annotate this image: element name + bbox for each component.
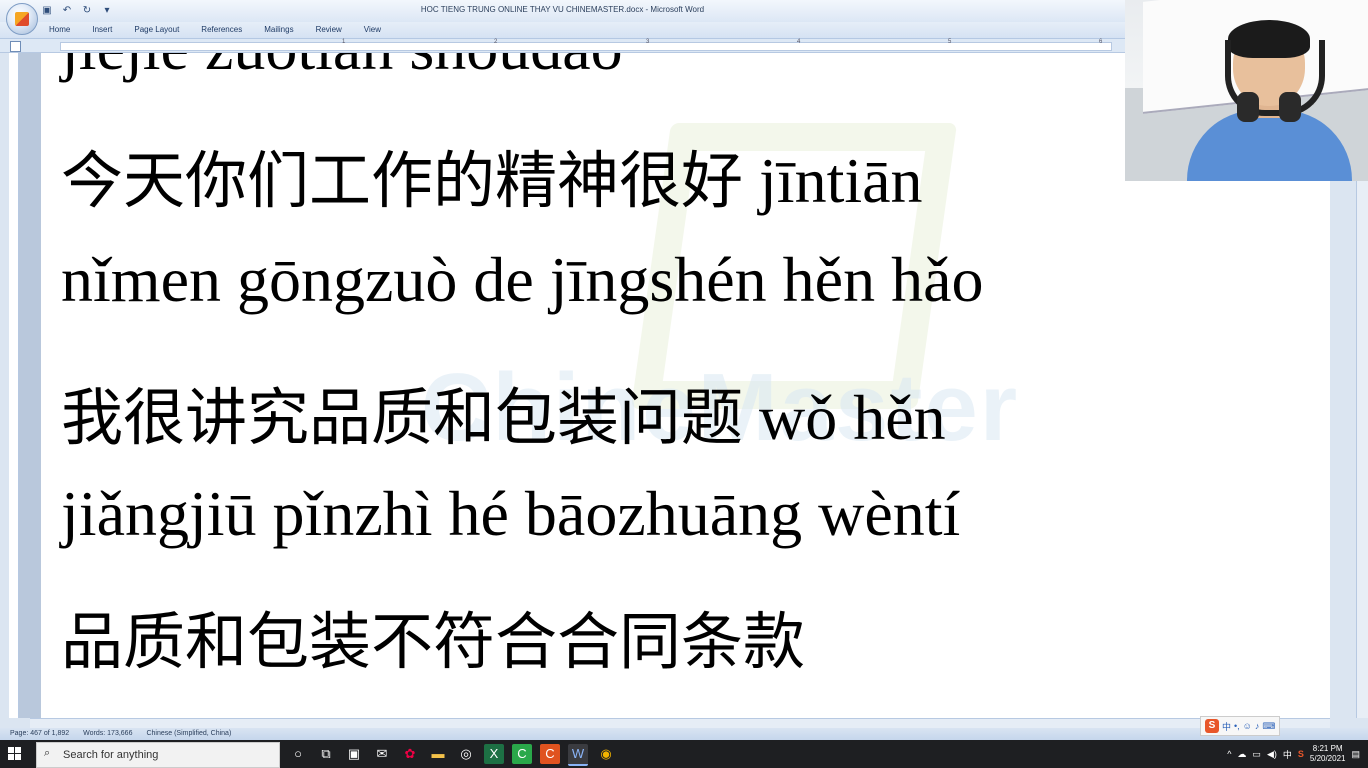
tab-home[interactable]: Home <box>38 25 81 34</box>
language-indicator[interactable]: Chinese (Simplified, China) <box>146 730 231 737</box>
pinyin-text: wǒ hěn <box>743 382 946 453</box>
ime-keyboard-icon[interactable]: ⌨ <box>1262 721 1275 732</box>
word-icon[interactable]: W <box>568 744 588 766</box>
system-tray: ^ ☁ ▭ ◀) 中 S 8:21 PM 5/20/2021 ▤ <box>1227 744 1360 764</box>
notifications-icon[interactable]: ▤ <box>1351 749 1360 760</box>
task-view-icon[interactable]: ⧉ <box>316 744 336 764</box>
ruler-number: 3 <box>646 39 650 45</box>
webcam-overlay <box>1125 0 1368 181</box>
ime-emoji-icon[interactable]: ☺ <box>1243 721 1252 731</box>
document-line-partial: jiějie zuótiān shōudào <box>61 53 623 85</box>
vertical-ruler[interactable] <box>9 53 19 718</box>
pinyin-text: jīntiān <box>743 145 923 216</box>
clock-time: 8:21 PM <box>1312 744 1343 753</box>
search-icon: ⌕ <box>44 747 51 759</box>
vertical-scrollbar[interactable] <box>1356 180 1368 718</box>
ime-punctuation-icon[interactable]: •, <box>1234 721 1240 731</box>
ime-language-icon[interactable]: 中 <box>1283 748 1292 761</box>
media-icon[interactable]: ◎ <box>456 744 476 764</box>
cortana-icon[interactable]: ○ <box>288 744 308 764</box>
clock[interactable]: 8:21 PM 5/20/2021 <box>1310 744 1346 764</box>
title-bar: ▣ ↶ ↻ ▾ HOC TIENG TRUNG ONLINE THAY VU C… <box>0 0 1125 35</box>
office-logo-icon <box>15 12 29 26</box>
chinese-text: 我很讲究品质和包装问题 <box>61 381 744 454</box>
document-line: jiǎngjiū pǐnzhì hé bāozhuāng wèntí <box>61 478 961 549</box>
store-icon[interactable]: ▣ <box>344 744 364 764</box>
ribbon-tab-row: Home Insert Page Layout References Maili… <box>0 22 1125 39</box>
chinese-text: 今天你们工作的精神很好 <box>61 144 744 217</box>
taskbar: ⌕ Search for anything ○ ⧉ ▣ ✉ ✿ ▬ ◎ X C … <box>0 740 1368 768</box>
tab-insert[interactable]: Insert <box>81 25 123 34</box>
app-icon[interactable]: ✿ <box>400 744 420 764</box>
tab-references[interactable]: References <box>190 25 253 34</box>
tab-view[interactable]: View <box>353 25 392 34</box>
search-placeholder: Search for anything <box>63 749 159 761</box>
file-explorer-icon[interactable]: ▬ <box>428 744 448 764</box>
office-button[interactable] <box>6 3 38 35</box>
ruler-number: 2 <box>494 39 498 45</box>
sogou-tray-icon[interactable]: S <box>1298 749 1304 759</box>
chrome-icon[interactable]: ◉ <box>596 744 616 764</box>
page-count[interactable]: Page: 467 of 1,892 <box>10 730 69 737</box>
document-line: 今天你们工作的精神很好 jīntiān <box>61 130 923 220</box>
excel-icon[interactable]: X <box>484 744 504 764</box>
onedrive-icon[interactable]: ☁ <box>1237 749 1246 760</box>
tab-mailings[interactable]: Mailings <box>253 25 304 34</box>
tab-review[interactable]: Review <box>305 25 353 34</box>
headphone-right <box>1279 92 1301 122</box>
left-margin-area <box>0 53 9 718</box>
ime-mic-icon[interactable]: ♪ <box>1255 721 1260 731</box>
ime-mode[interactable]: 中 <box>1222 720 1231 733</box>
status-bar: Page: 467 of 1,892 Words: 173,666 Chines… <box>0 716 1368 740</box>
windows-start-icon[interactable] <box>8 747 22 761</box>
headphone-left <box>1237 92 1259 122</box>
page-gutter <box>19 53 41 718</box>
ruler-number: 6 <box>1099 39 1103 45</box>
tray-chevron-icon[interactable]: ^ <box>1227 749 1231 759</box>
ruler-track <box>60 42 1112 51</box>
volume-icon[interactable]: ◀) <box>1267 749 1277 760</box>
ruler-number: 4 <box>797 39 801 45</box>
ruler-number: 1 <box>342 39 346 45</box>
word-count[interactable]: Words: 173,666 <box>83 730 132 737</box>
mail-icon[interactable]: ✉ <box>372 744 392 764</box>
network-icon[interactable]: ▭ <box>1252 749 1261 760</box>
sogou-ime-icon[interactable]: S <box>1205 719 1219 733</box>
ime-toolbar[interactable]: S 中 •, ☺ ♪ ⌨ <box>1200 716 1281 736</box>
tab-selector-icon[interactable] <box>10 41 21 52</box>
tab-page-layout[interactable]: Page Layout <box>123 25 190 34</box>
clock-date: 5/20/2021 <box>1309 754 1346 763</box>
document-line: nǐmen gōngzuò de jīngshén hěn hǎo <box>61 244 984 315</box>
horizontal-ruler[interactable]: 1 2 3 4 5 6 <box>0 39 1125 53</box>
document-line: 品质和包装不符合合同条款 <box>61 605 806 678</box>
ruler-number: 5 <box>948 39 952 45</box>
document-line: 我很讲究品质和包装问题 wǒ hěn <box>61 367 946 457</box>
recorder-icon[interactable]: C <box>540 744 560 764</box>
taskbar-search-box[interactable]: ⌕ Search for anything <box>36 742 280 768</box>
camtasia-icon[interactable]: C <box>512 744 532 764</box>
window-title: HOC TIENG TRUNG ONLINE THAY VU CHINEMAST… <box>420 5 705 14</box>
